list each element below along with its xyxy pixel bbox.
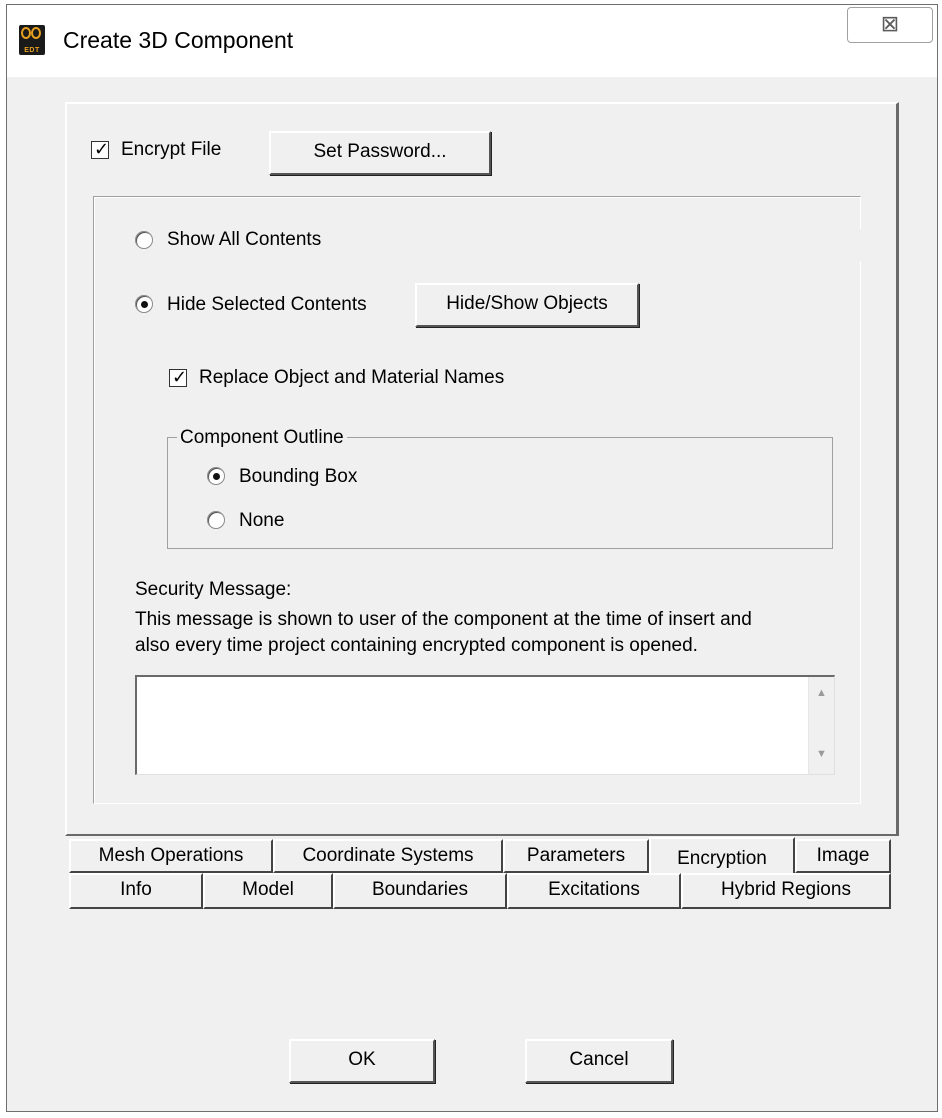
close-button[interactable]: ⊠ (847, 7, 933, 43)
hide-selected-contents-radio[interactable] (135, 295, 153, 313)
create-3d-component-dialog: EDT Create 3D Component ⊠ ✓ Encrypt File… (6, 4, 938, 1112)
ok-button[interactable]: OK (289, 1039, 435, 1083)
app-logo-text: EDT (24, 47, 40, 54)
radio-selected-dot (213, 473, 220, 480)
tab-encryption[interactable]: Encryption (649, 837, 795, 873)
none-label[interactable]: None (239, 510, 284, 532)
component-outline-legend: Component Outline (177, 427, 347, 449)
replace-names-checkbox[interactable]: ✓ (169, 367, 188, 387)
bounding-box-label[interactable]: Bounding Box (239, 466, 357, 488)
check-icon: ✓ (94, 139, 110, 159)
tab-excitations[interactable]: Excitations (507, 873, 681, 909)
hide-show-objects-button[interactable]: Hide/Show Objects (415, 283, 639, 327)
security-message-label: Security Message: (135, 579, 292, 600)
textarea-scrollbar[interactable]: ▲ ▼ (808, 677, 834, 774)
tab-model[interactable]: Model (203, 873, 333, 909)
replace-names-label[interactable]: Replace Object and Material Names (199, 367, 504, 389)
scroll-down-icon[interactable]: ▼ (809, 748, 834, 760)
encrypt-file-checkbox[interactable]: ✓ (91, 139, 110, 159)
tab-image[interactable]: Image (795, 839, 891, 873)
title-bar: EDT Create 3D Component ⊠ (7, 5, 937, 77)
bounding-box-radio[interactable] (207, 467, 225, 485)
cancel-button[interactable]: Cancel (525, 1039, 673, 1083)
tab-boundaries[interactable]: Boundaries (333, 873, 507, 909)
security-message-description-line1: This message is shown to user of the com… (135, 609, 752, 630)
check-icon: ✓ (172, 367, 188, 387)
set-password-button[interactable]: Set Password... (269, 131, 491, 175)
tab-mesh-operations[interactable]: Mesh Operations (69, 839, 273, 873)
radio-selected-dot (141, 301, 148, 308)
group-gap (857, 229, 865, 261)
security-message-description-line2: also every time project containing encry… (135, 635, 698, 656)
show-all-contents-radio[interactable] (135, 231, 153, 249)
app-logo-icon: EDT (19, 25, 45, 55)
security-message-textarea[interactable]: ▲ ▼ (135, 675, 835, 775)
encrypt-file-label[interactable]: Encrypt File (121, 139, 221, 161)
tab-hybrid-regions[interactable]: Hybrid Regions (681, 873, 891, 909)
tab-info[interactable]: Info (69, 873, 203, 909)
none-radio[interactable] (207, 511, 225, 529)
scroll-up-icon[interactable]: ▲ (809, 687, 834, 699)
tab-coordinate-systems[interactable]: Coordinate Systems (273, 839, 503, 873)
hide-selected-contents-label[interactable]: Hide Selected Contents (167, 294, 367, 316)
tab-parameters[interactable]: Parameters (503, 839, 649, 873)
window-title: Create 3D Component (63, 27, 294, 53)
close-icon: ⊠ (880, 11, 900, 36)
show-all-contents-label[interactable]: Show All Contents (167, 229, 321, 251)
component-outline-group (167, 437, 833, 549)
